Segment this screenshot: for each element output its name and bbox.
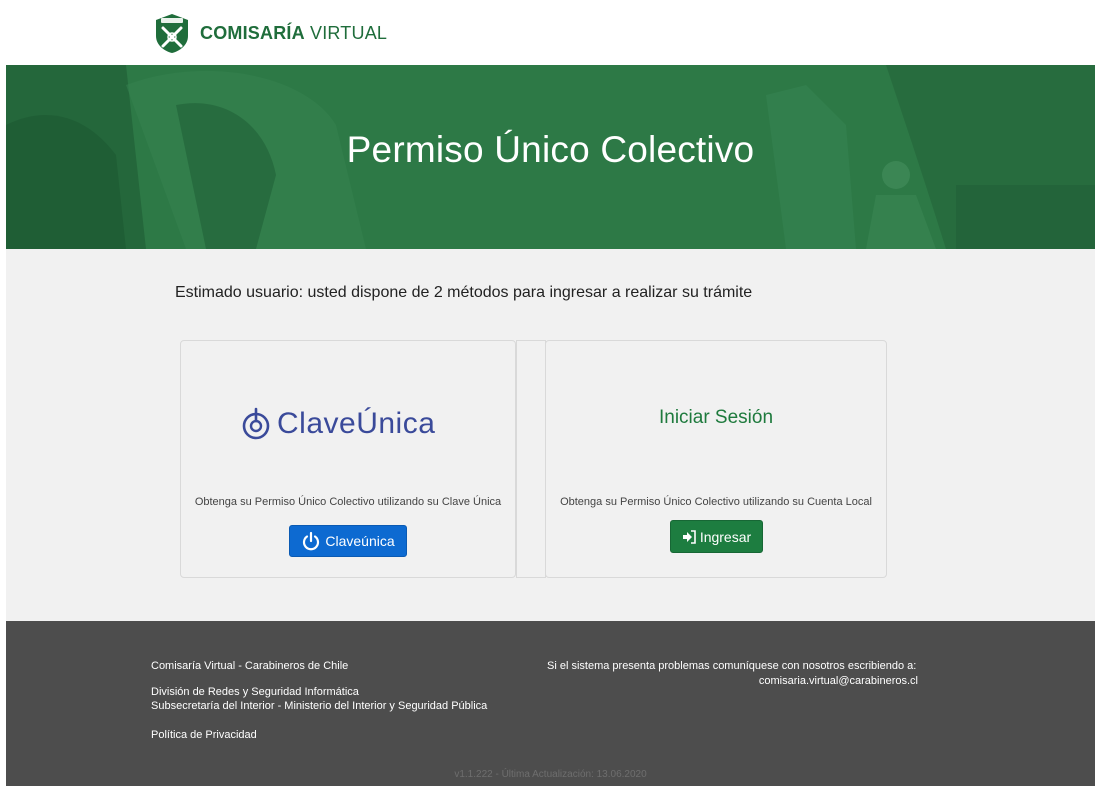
local-login-card: Iniciar Sesión Obtenga su Permiso Único … [545,340,887,578]
main-content: Estimado usuario: usted dispone de 2 mét… [6,249,1095,621]
contact-email-link[interactable]: comisaria.virtual@carabineros.cl [759,675,918,687]
clave-unica-card: ClaveÚnica Obtenga su Permiso Único Cole… [180,340,516,578]
privacy-policy-link[interactable]: Política de Privacidad [151,729,257,741]
ingresar-button-label: Ingresar [699,528,752,545]
login-title: Iniciar Sesión [658,407,774,428]
sign-in-icon [682,529,696,544]
version-info: v1.1.222 - Última Actualización: 13.06.2… [454,769,647,780]
clave-unica-logo-text: ClaveÚnica [277,407,436,440]
footer-subsecretaria: Subsecretaría del Interior - Ministerio … [151,700,488,712]
footer: Comisaría Virtual - Carabineros de Chile… [6,621,1095,786]
hero-banner: Permiso Único Colectivo [6,65,1095,249]
intro-text: Estimado usuario: usted dispone de 2 mét… [175,284,753,301]
carabineros-badge-icon [156,14,188,53]
page-title: Permiso Único Colectivo [346,129,755,170]
top-header: COMISARÍA VIRTUAL [0,0,1095,65]
footer-contact-text: Si el sistema presenta problemas comuníq… [547,660,917,672]
card-divider [516,340,546,578]
ingresar-button[interactable]: Ingresar [670,520,763,553]
clave-unica-logo: ClaveÚnica [241,407,435,441]
local-login-description: Obtenga su Permiso Único Colectivo utili… [560,496,872,508]
brand-name: COMISARÍA VIRTUAL [200,23,387,44]
clave-unica-description: Obtenga su Permiso Único Colectivo utili… [194,496,502,508]
power-icon [303,531,320,551]
brand-name-light: VIRTUAL [304,22,388,43]
footer-division: División de Redes y Seguridad Informátic… [151,686,359,698]
footer-org-name: Comisaría Virtual - Carabineros de Chile [151,660,349,672]
clave-unica-button[interactable]: Claveúnica [289,525,407,557]
clave-unica-button-label: Claveúnica [325,533,395,549]
home-logo-link[interactable]: COMISARÍA VIRTUAL [152,12,387,54]
clave-unica-power-icon [242,407,270,440]
brand-name-bold: COMISARÍA [200,22,305,43]
